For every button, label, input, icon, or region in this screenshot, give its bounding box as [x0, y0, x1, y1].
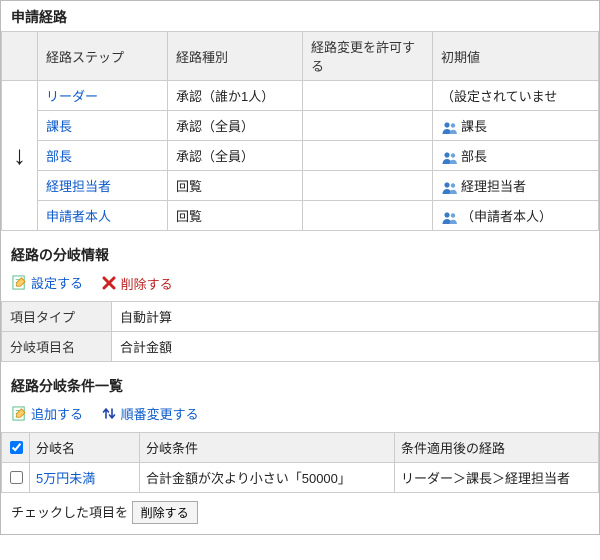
branch-kv-table: 項目タイプ 自動計算 分岐項目名 合計金額 — [1, 301, 599, 362]
edit-icon — [11, 275, 27, 291]
route-th-kind: 経路種別 — [168, 32, 303, 81]
route-kind: 承認（全員） — [168, 141, 303, 171]
route-table: 経路ステップ 経路種別 経路変更を許可する 初期値 ↓ リーダー 承認（誰か1人） （… — [1, 31, 599, 231]
people-icon — [441, 181, 459, 195]
cond-name-link[interactable]: 5万円未満 — [36, 471, 95, 486]
route-th-arrow — [2, 32, 38, 81]
add-cond-link[interactable]: 追加する — [11, 404, 83, 423]
route-allow — [303, 141, 433, 171]
configure-link[interactable]: 設定する — [11, 273, 83, 292]
cond-row: 5万円未満 合計金額が次より小さい「50000」リーダー＞課長＞経理担当者 — [2, 463, 599, 493]
cond-table: 分岐名 分岐条件 条件適用後の経路 5万円未満 合計金額が次より小さい「50000… — [1, 432, 599, 493]
route-row: 申請者本人 回覧 （申請者本人） — [2, 201, 599, 231]
cond-th-name: 分岐名 — [30, 433, 140, 463]
configure-label: 設定する — [31, 273, 83, 292]
route-step-link[interactable]: 課長 — [46, 119, 72, 134]
route-row: 課長 承認（全員） 課長 — [2, 111, 599, 141]
route-step-link[interactable]: リーダー — [46, 89, 98, 104]
route-default: 課長 — [433, 111, 599, 141]
cond-check-all[interactable] — [10, 441, 23, 454]
branch-cond-title: 経路分岐条件一覧 — [1, 362, 599, 400]
route-step-link[interactable]: 経理担当者 — [46, 179, 111, 194]
cond-th-check — [2, 433, 30, 463]
route-kind: 回覧 — [168, 201, 303, 231]
route-step-link[interactable]: 申請者本人 — [46, 209, 111, 224]
reorder-icon — [101, 406, 117, 422]
cond-text: 合計金額が次より小さい「50000」 — [140, 463, 395, 493]
people-icon — [441, 121, 459, 135]
route-default: （設定されていませ — [433, 81, 599, 111]
delete-branch-label: 削除する — [121, 274, 173, 293]
reorder-link[interactable]: 順番変更する — [101, 404, 199, 423]
add-cond-label: 追加する — [31, 404, 83, 423]
cond-row-check[interactable] — [10, 471, 23, 484]
kv-branch-field-label: 分岐項目名 — [2, 332, 112, 362]
route-row: 部長 承認（全員） 部長 — [2, 141, 599, 171]
reorder-label: 順番変更する — [121, 404, 199, 423]
footer-checked-label: チェックした項目を — [11, 505, 128, 520]
cond-th-after: 条件適用後の経路 — [395, 433, 599, 463]
people-icon — [441, 151, 459, 165]
route-kind: 承認（全員） — [168, 111, 303, 141]
route-default: （申請者本人） — [433, 201, 599, 231]
delete-branch-link[interactable]: 削除する — [101, 274, 173, 293]
cond-after: リーダー＞課長＞経理担当者 — [395, 463, 599, 493]
route-allow — [303, 201, 433, 231]
route-th-default: 初期値 — [433, 32, 599, 81]
route-section-title: 申請経路 — [1, 1, 599, 31]
route-allow — [303, 171, 433, 201]
route-allow — [303, 81, 433, 111]
people-icon — [441, 211, 459, 225]
route-arrow-cell: ↓ — [2, 81, 38, 231]
route-kind: 回覧 — [168, 171, 303, 201]
kv-item-type-label: 項目タイプ — [2, 302, 112, 332]
route-default: 部長 — [433, 141, 599, 171]
route-kind: 承認（誰か1人） — [168, 81, 303, 111]
route-th-step: 経路ステップ — [38, 32, 168, 81]
route-step-link[interactable]: 部長 — [46, 149, 72, 164]
branch-info-title: 経路の分岐情報 — [1, 231, 599, 269]
arrow-down-icon: ↓ — [13, 140, 26, 170]
route-allow — [303, 111, 433, 141]
kv-item-type-value: 自動計算 — [112, 302, 599, 332]
route-row: 経理担当者 回覧 経理担当者 — [2, 171, 599, 201]
edit-icon — [11, 406, 27, 422]
cond-th-cond: 分岐条件 — [140, 433, 395, 463]
delete-checked-button[interactable]: 削除する — [132, 501, 198, 524]
delete-x-icon — [101, 275, 117, 291]
route-row: ↓リーダー承認（誰か1人）（設定されていませ — [2, 81, 599, 111]
route-default: 経理担当者 — [433, 171, 599, 201]
kv-branch-field-value: 合計金額 — [112, 332, 599, 362]
route-th-allow: 経路変更を許可する — [303, 32, 433, 81]
